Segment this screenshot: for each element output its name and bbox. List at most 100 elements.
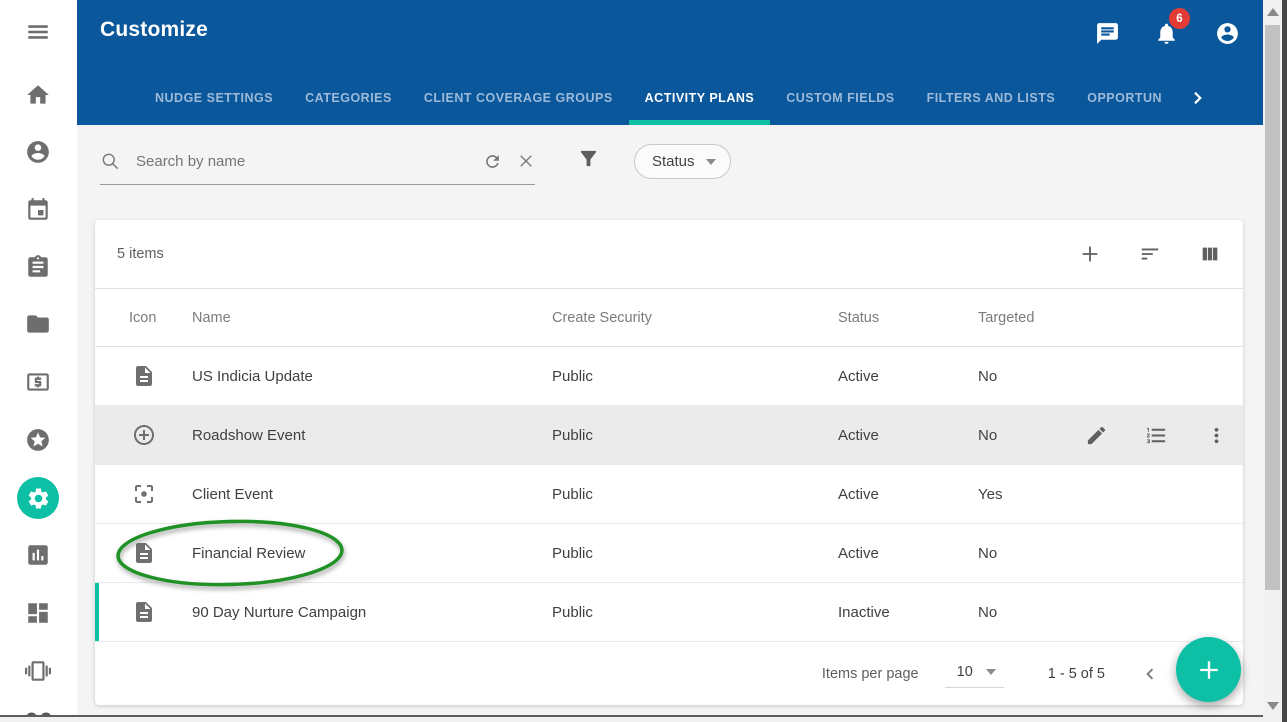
table-row[interactable]: Roadshow Event Public Active No: [95, 406, 1243, 465]
cell-create-security: Public: [552, 368, 838, 385]
table-row[interactable]: Client Event Public Active Yes: [95, 465, 1243, 524]
scroll-down-arrow-icon[interactable]: [1267, 702, 1279, 710]
table-header-row: Icon Name Create Security Status Targete…: [95, 289, 1243, 347]
document-icon: [95, 541, 192, 565]
cell-name: Financial Review: [192, 545, 552, 562]
menu-icon[interactable]: [25, 19, 51, 45]
avatar[interactable]: [1215, 21, 1240, 46]
refresh-icon[interactable]: [483, 152, 502, 171]
billing-icon[interactable]: [25, 369, 51, 395]
page-title: Customize: [100, 18, 208, 42]
card-header: 5 items: [95, 220, 1243, 289]
cell-status: Active: [838, 545, 978, 562]
tab-activity-plans[interactable]: ACTIVITY PLANS: [629, 70, 771, 125]
table-footer: Items per page 10 1 - 5 of 5: [95, 642, 1243, 705]
calendar-icon[interactable]: [25, 197, 51, 223]
status-chip-label: Status: [652, 153, 695, 170]
search-input[interactable]: [134, 152, 468, 171]
clear-search-icon[interactable]: [517, 152, 535, 170]
cell-create-security: Public: [552, 486, 838, 503]
items-per-page-select[interactable]: 10: [945, 659, 1004, 688]
caret-down-icon: [706, 159, 716, 165]
contacts-icon[interactable]: [25, 139, 51, 165]
main-content: Status 5 items: [77, 125, 1263, 722]
row-actions: [1085, 424, 1252, 447]
items-per-page-label: Items per page: [822, 666, 919, 682]
tab-bar: NUDGE SETTINGS CATEGORIES CLIENT COVERAG…: [139, 70, 1208, 125]
more-vert-icon[interactable]: [1205, 424, 1228, 447]
app-header: Customize 6 NUDGE SETTINGS CATEGORIES CL…: [77, 0, 1263, 125]
col-header-icon: Icon: [95, 310, 192, 326]
previous-page-chevron-left-icon[interactable]: [1139, 663, 1161, 685]
chat-icon[interactable]: [1095, 21, 1120, 46]
vertical-scrollbar: [1263, 0, 1287, 722]
table-row[interactable]: Financial Review Public Active No: [95, 524, 1243, 583]
col-header-name: Name: [192, 310, 552, 326]
settings-active-circle: [17, 477, 59, 519]
items-count-label: 5 items: [117, 246, 164, 262]
cell-targeted: Yes: [978, 486, 1085, 503]
table-row[interactable]: 90 Day Nurture Campaign Public Inactive …: [95, 583, 1243, 642]
status-filter-chip[interactable]: Status: [634, 144, 731, 179]
sort-icon[interactable]: [1139, 243, 1161, 265]
left-sidebar: [0, 0, 77, 722]
folder-icon[interactable]: [25, 311, 51, 337]
tab-categories[interactable]: CATEGORIES: [289, 70, 408, 125]
document-icon: [95, 600, 192, 624]
notification-badge: 6: [1169, 8, 1190, 29]
center-focus-icon: [95, 482, 192, 506]
scroll-up-arrow-icon[interactable]: [1267, 8, 1279, 16]
scrollbar-thumb[interactable]: [1265, 25, 1280, 590]
cell-targeted: No: [978, 427, 1085, 444]
reports-icon[interactable]: [25, 542, 51, 568]
clipped-bottom-icon: [24, 708, 54, 715]
pagination-range-label: 1 - 5 of 5: [1048, 666, 1105, 682]
dashboard-icon[interactable]: [25, 600, 51, 626]
vibration-icon[interactable]: [25, 658, 51, 684]
col-header-status: Status: [838, 310, 978, 326]
plus-icon: [1195, 656, 1223, 684]
home-icon[interactable]: [25, 82, 51, 108]
tasks-icon[interactable]: [25, 254, 51, 280]
tab-nudge-settings[interactable]: NUDGE SETTINGS: [139, 70, 289, 125]
cell-name: Roadshow Event: [192, 427, 552, 444]
add-activity-plan-fab[interactable]: [1176, 637, 1241, 702]
selected-row-accent-bar: [95, 583, 99, 641]
tab-custom-fields[interactable]: CUSTOM FIELDS: [770, 70, 910, 125]
items-per-page-value: 10: [957, 664, 973, 680]
cell-name: Client Event: [192, 486, 552, 503]
tabs-overflow-chevron-right-icon[interactable]: [1188, 70, 1208, 125]
activity-plans-card: 5 items Icon Name Create Security: [95, 220, 1243, 705]
cell-name: 90 Day Nurture Campaign: [192, 604, 552, 621]
settings-icon-active[interactable]: [17, 477, 59, 519]
cell-create-security: Public: [552, 427, 838, 444]
cell-targeted: No: [978, 545, 1085, 562]
cell-status: Active: [838, 427, 978, 444]
tab-opportunities[interactable]: OPPORTUN: [1071, 70, 1178, 125]
cell-targeted: No: [978, 368, 1085, 385]
cell-status: Active: [838, 486, 978, 503]
col-header-create-security: Create Security: [552, 310, 838, 326]
card-header-actions: [1079, 243, 1221, 265]
favorites-icon[interactable]: [25, 427, 51, 453]
col-header-targeted: Targeted: [978, 310, 1085, 326]
tab-client-coverage-groups[interactable]: CLIENT COVERAGE GROUPS: [408, 70, 629, 125]
tab-filters-and-lists[interactable]: FILTERS AND LISTS: [911, 70, 1072, 125]
document-icon: [95, 364, 192, 388]
app-window: Customize 6 NUDGE SETTINGS CATEGORIES CL…: [0, 0, 1287, 722]
cell-create-security: Public: [552, 604, 838, 621]
numbered-list-icon[interactable]: [1145, 424, 1168, 447]
window-bottom-edge: [0, 715, 1263, 722]
add-circle-icon: [95, 423, 192, 447]
edit-pencil-icon[interactable]: [1085, 424, 1108, 447]
cell-status: Inactive: [838, 604, 978, 621]
cell-targeted: No: [978, 604, 1085, 621]
columns-icon[interactable]: [1199, 243, 1221, 265]
caret-down-icon: [986, 669, 996, 675]
add-icon[interactable]: [1079, 243, 1101, 265]
cell-name: US Indicia Update: [192, 368, 552, 385]
filter-funnel-icon[interactable]: [577, 147, 600, 170]
search-icon: [100, 151, 121, 172]
table-row[interactable]: US Indicia Update Public Active No: [95, 347, 1243, 406]
cell-status: Active: [838, 368, 978, 385]
